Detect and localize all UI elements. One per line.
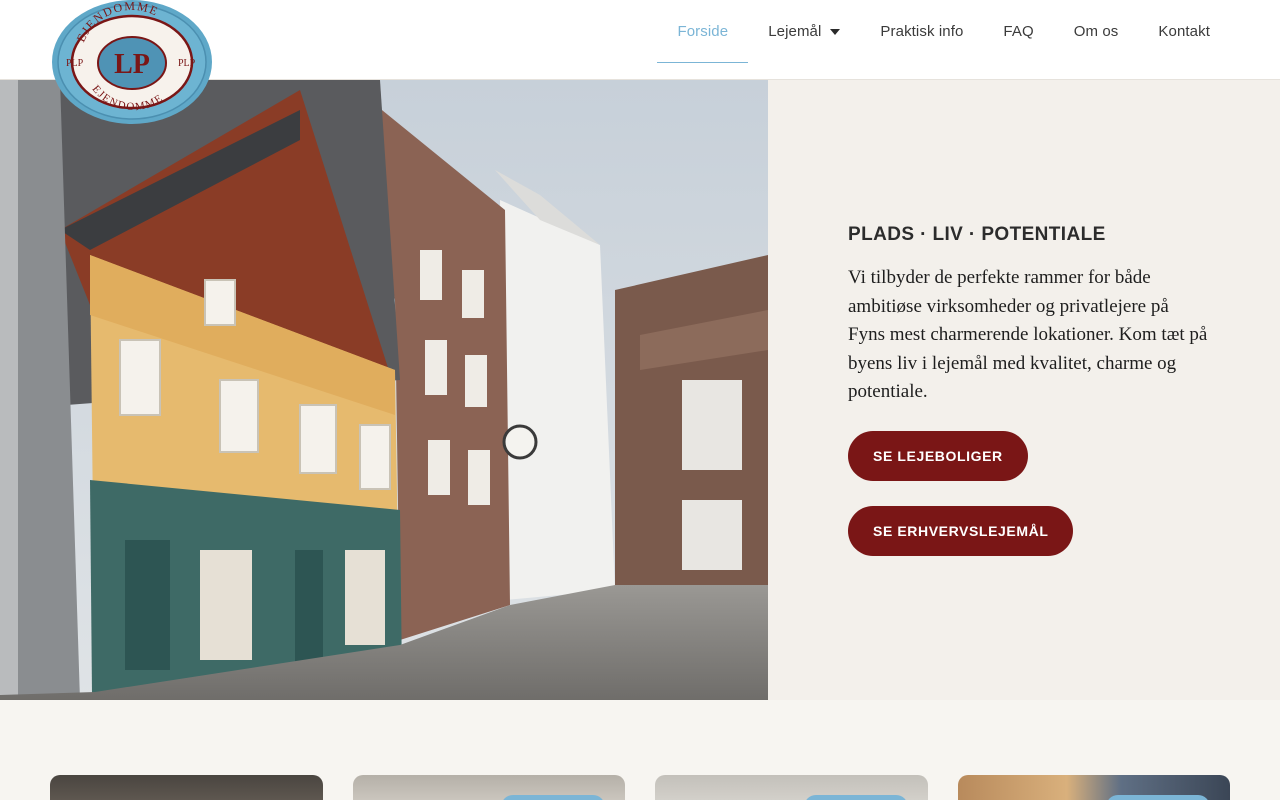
nav-item-forside[interactable]: Forside	[657, 0, 749, 63]
nav-item-label: FAQ	[1003, 23, 1034, 40]
nav-item-kontakt[interactable]: Kontakt	[1138, 0, 1230, 63]
card-badge	[803, 795, 908, 800]
hero-tagline: PLADS · LIV · POTENTIALE	[848, 224, 1106, 245]
hero-description: Vi tilbyder de perfekte rammer for både …	[848, 267, 1208, 403]
nav-item-om-os[interactable]: Om os	[1054, 0, 1139, 63]
property-card[interactable]	[655, 775, 928, 800]
nav-item-lejemaal[interactable]: Lejemål	[748, 0, 860, 63]
main-navigation: Forside Lejemål Praktisk info FAQ Om os …	[657, 0, 1230, 80]
nav-item-label: Lejemål	[768, 23, 822, 40]
hero-image	[0, 80, 768, 700]
svg-text:LP: LP	[114, 49, 150, 80]
see-erhvervslejemaal-button[interactable]: SE ERHVERVSLEJEMÅL	[848, 506, 1074, 556]
seal-logo-graphic: EJENDOMME EJENDOMME LP PLP PLP	[52, 0, 212, 124]
street-buildings-illustration	[0, 80, 768, 700]
nav-item-label: Kontakt	[1158, 23, 1210, 40]
nav-item-label: Praktisk info	[880, 23, 964, 40]
hero-text-panel: PLADS · LIV · POTENTIALE Vi tilbyder de …	[768, 80, 1280, 700]
card-badge	[1106, 795, 1210, 800]
nav-item-label: Om os	[1073, 23, 1119, 40]
property-card[interactable]	[957, 775, 1230, 800]
nav-item-label: Forside	[677, 22, 729, 40]
property-card[interactable]	[50, 775, 323, 800]
nav-item-faq[interactable]: FAQ	[983, 0, 1053, 63]
property-card[interactable]	[352, 775, 625, 800]
property-cards	[50, 775, 1230, 800]
card-badge	[501, 795, 605, 800]
svg-text:PLP: PLP	[178, 58, 196, 69]
caret-down-icon[interactable]	[830, 28, 841, 35]
svg-text:PLP: PLP	[66, 58, 84, 69]
site-logo[interactable]: EJENDOMME EJENDOMME LP PLP PLP	[50, 0, 215, 124]
see-lejeboliger-button[interactable]: SE LEJEBOLIGER	[848, 431, 1028, 481]
nav-item-praktisk-info[interactable]: Praktisk info	[860, 0, 983, 63]
